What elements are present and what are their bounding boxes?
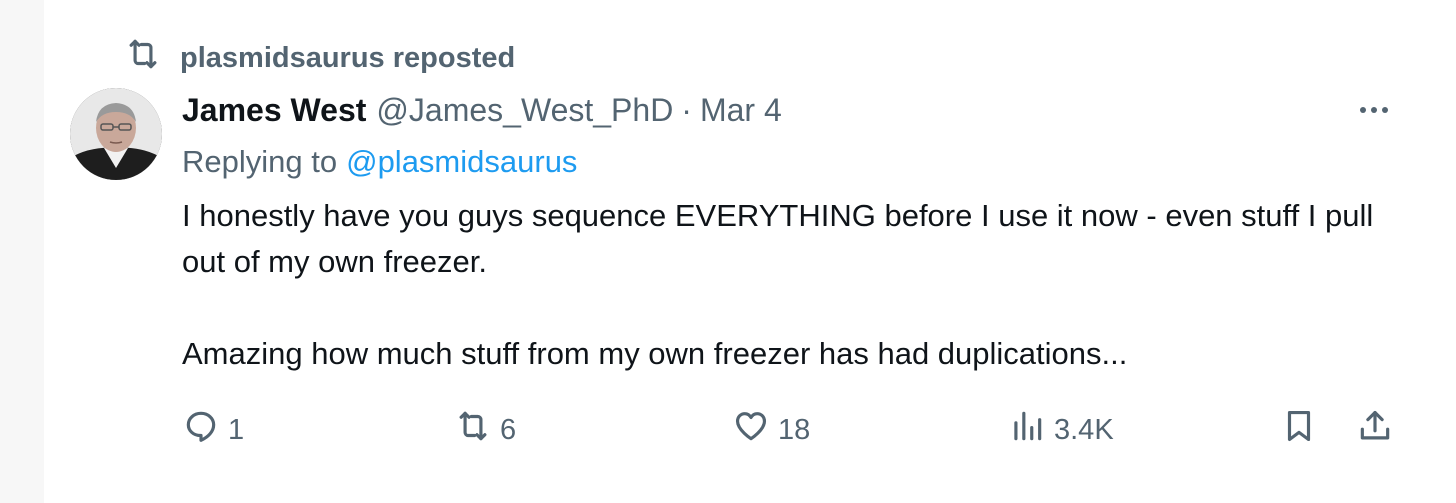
repost-banner: plasmidsaurus reposted <box>124 38 515 78</box>
like-button[interactable]: 18 <box>732 406 810 454</box>
tweet-paragraph: I honestly have you guys sequence EVERYT… <box>182 198 1374 279</box>
author-handle[interactable]: @James_West_PhD <box>376 92 673 129</box>
tweet-paragraph: Amazing how much stuff from my own freez… <box>182 336 1128 371</box>
views-button[interactable]: 3.4K <box>1008 406 1114 454</box>
reply-icon <box>182 407 220 453</box>
repost-icon <box>124 35 162 81</box>
tweet-header: James West @James_West_PhD · Mar 4 <box>182 86 782 134</box>
replying-to: Replying to @plasmidsaurus <box>182 140 577 184</box>
repost-banner-text[interactable]: plasmidsaurus reposted <box>180 42 515 75</box>
reply-count: 1 <box>228 413 245 446</box>
like-count: 18 <box>778 413 811 446</box>
separator: · <box>681 91 692 128</box>
bookmark-button[interactable] <box>1280 406 1318 454</box>
reply-button[interactable]: 1 <box>182 406 244 454</box>
replying-prefix: Replying to <box>182 144 338 179</box>
tweet-text: I honestly have you guys sequence EVERYT… <box>182 193 1402 377</box>
repost-button[interactable]: 6 <box>454 406 516 454</box>
avatar[interactable] <box>70 88 162 180</box>
action-bar: 1 6 18 3.4K <box>182 406 1396 454</box>
author-name[interactable]: James West <box>182 92 366 129</box>
repost-icon <box>454 407 492 453</box>
repost-count: 6 <box>500 413 517 446</box>
replying-to-mention[interactable]: @plasmidsaurus <box>346 144 577 180</box>
bookmark-icon <box>1280 407 1318 453</box>
views-count: 3.4K <box>1054 413 1114 446</box>
tweet-date[interactable]: Mar 4 <box>700 92 782 129</box>
views-icon <box>1008 407 1046 453</box>
share-icon <box>1356 407 1394 453</box>
like-icon <box>732 407 770 453</box>
more-icon[interactable] <box>1352 94 1396 126</box>
share-button[interactable] <box>1356 406 1394 454</box>
